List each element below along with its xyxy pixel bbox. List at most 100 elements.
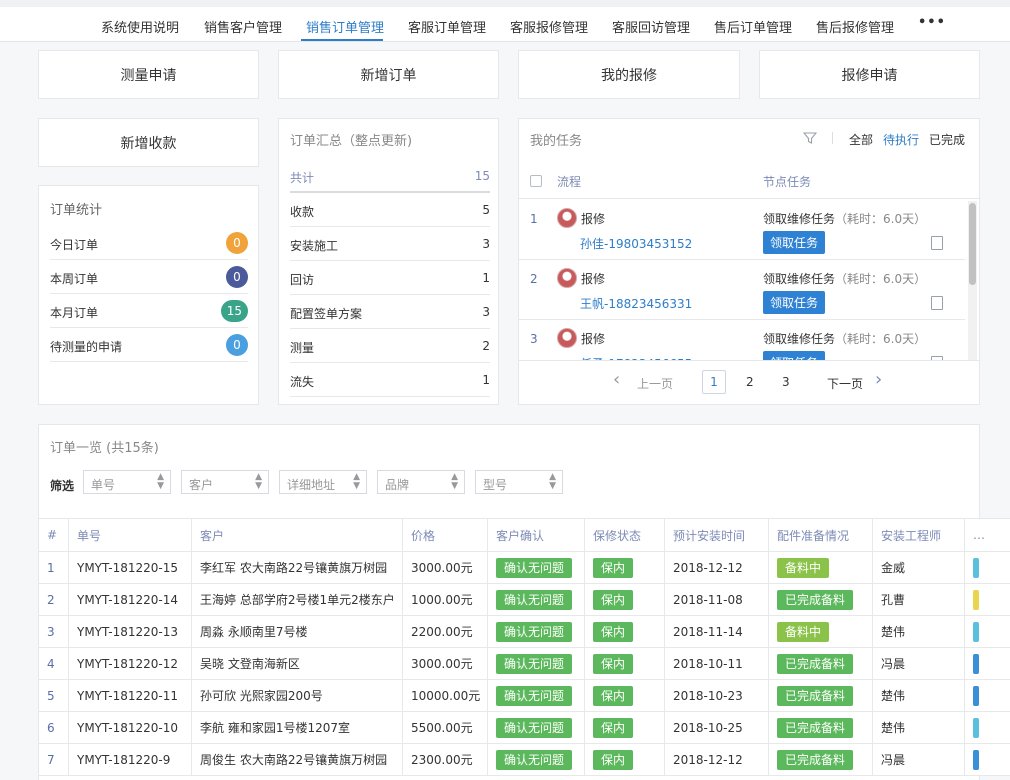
filter-address[interactable]: 详细地址 ▲ ▼ bbox=[279, 470, 367, 494]
more-icon[interactable]: ••• bbox=[918, 15, 946, 30]
table-row[interactable]: 1 YMYT-181220-15 李红军 农大南路22号镶黄旗万树园 3000.00元… bbox=[38, 551, 1010, 584]
engineer: 楚伟 bbox=[872, 679, 965, 712]
spinner-icon[interactable]: ▲ ▼ bbox=[451, 473, 458, 491]
nav-item-aftersale-repairs[interactable]: 售后报修管理 bbox=[816, 17, 894, 36]
filter-brand[interactable]: 品牌 ▲ ▼ bbox=[377, 470, 465, 494]
col-index[interactable]: # bbox=[38, 518, 69, 552]
stat-row-pending-measure[interactable]: 待测量的申请 0 bbox=[50, 328, 248, 362]
prev-page-button[interactable]: 上一页 bbox=[637, 375, 673, 392]
customer: 李红军 农大南路22号镶黄旗万树园 bbox=[191, 551, 403, 584]
measure-apply-button[interactable]: 测量申请 bbox=[38, 50, 259, 99]
status-stub bbox=[973, 557, 979, 578]
table-row[interactable]: 6 YMYT-181220-10 李航 雍和家园1号楼1207室 5500.00元 确认… bbox=[38, 711, 1010, 744]
nav-item-sales-orders[interactable]: 销售订单管理 bbox=[306, 17, 384, 36]
stat-row-week[interactable]: 本周订单 0 bbox=[50, 260, 248, 294]
warranty-cell: 保内 bbox=[584, 679, 665, 712]
task-row[interactable]: 2 报修 王帆-18823456331 领取维修任务（耗时：6.0天） 领取任务 bbox=[519, 260, 965, 320]
summary-label: 安装施工 bbox=[290, 239, 339, 253]
table-row[interactable]: 5 YMYT-181220-11 孙可欣 光熙家园200号 10000.00元 确认无问… bbox=[38, 679, 1010, 712]
nav-item-aftersale-orders[interactable]: 售后订单管理 bbox=[714, 17, 792, 36]
table-row[interactable]: 7 YMYT-181220-9 周俊生 农大南路22号镶黄旗万树园 2300.00元确… bbox=[38, 743, 1010, 776]
order-no[interactable]: YMYT-181220-10 bbox=[68, 711, 192, 744]
col-install-date[interactable]: 预计安装时间 bbox=[664, 518, 769, 552]
summary-row[interactable]: 测量 2 bbox=[290, 329, 490, 363]
table-row[interactable]: 2 YMYT-181220-14 王海婷 总部学府2号楼1单元2楼东户 1000.00… bbox=[38, 583, 1010, 616]
repair-apply-button[interactable]: 报修申请 bbox=[759, 50, 980, 99]
col-warranty[interactable]: 保修状态 bbox=[584, 518, 665, 552]
col-price[interactable]: 价格 bbox=[402, 518, 488, 552]
stat-label: 本周订单 bbox=[50, 272, 99, 286]
task-contact-link[interactable]: 王帆-18823456331 bbox=[580, 295, 692, 312]
order-no[interactable]: YMYT-181220-14 bbox=[68, 583, 192, 616]
stat-badge: 15 bbox=[220, 300, 248, 322]
document-icon[interactable] bbox=[931, 236, 943, 250]
warranty-badge: 保内 bbox=[593, 621, 634, 642]
summary-row[interactable]: 收款 5 bbox=[290, 193, 490, 227]
page-3-button[interactable]: 3 bbox=[782, 375, 790, 389]
filter-order-no[interactable]: 单号 ▲ ▼ bbox=[83, 470, 171, 494]
nav-item-sales-customers[interactable]: 销售客户管理 bbox=[204, 17, 282, 36]
col-customer[interactable]: 客户 bbox=[191, 518, 403, 552]
engineer: 楚伟 bbox=[872, 615, 965, 648]
order-no[interactable]: YMYT-181220-9 bbox=[68, 743, 192, 776]
stat-badge: 0 bbox=[226, 266, 248, 288]
my-repair-button[interactable]: 我的报修 bbox=[518, 50, 740, 99]
col-order-no[interactable]: 单号 bbox=[68, 518, 192, 552]
filter-placeholder: 客户 bbox=[189, 478, 214, 492]
nav-item-service-repairs[interactable]: 客服报修管理 bbox=[510, 17, 588, 36]
task-contact-link[interactable]: 孙佳-19803453152 bbox=[580, 235, 692, 252]
task-node-name: 领取维修任务 bbox=[763, 272, 836, 286]
tasks-filter-all[interactable]: 全部 bbox=[849, 131, 873, 148]
summary-label: 共计 bbox=[290, 171, 315, 185]
nav-item-service-visits[interactable]: 客服回访管理 bbox=[612, 17, 690, 36]
spinner-icon[interactable]: ▲ ▼ bbox=[353, 473, 360, 491]
filter-icon[interactable] bbox=[803, 131, 817, 145]
stat-row-today[interactable]: 今日订单 0 bbox=[50, 226, 248, 260]
order-no[interactable]: YMYT-181220-12 bbox=[68, 647, 192, 680]
table-row[interactable]: 4 YMYT-181220-12 吴晓 文登南海新区 3000.00元 确认无问题 保内 2… bbox=[38, 647, 1010, 680]
scrollbar-thumb[interactable] bbox=[969, 203, 976, 285]
filter-model[interactable]: 型号 ▲ ▼ bbox=[475, 470, 563, 494]
order-no[interactable]: YMYT-181220-15 bbox=[68, 551, 192, 584]
page-2-button[interactable]: 2 bbox=[746, 375, 754, 389]
col-more[interactable]: … bbox=[964, 518, 1010, 552]
new-order-button[interactable]: 新增订单 bbox=[278, 50, 499, 99]
new-payment-button[interactable]: 新增收款 bbox=[38, 118, 259, 167]
next-page-button[interactable]: 下一页 bbox=[827, 375, 863, 392]
order-stats-title: 订单统计 bbox=[50, 203, 103, 218]
tasks-filter-done[interactable]: 已完成 bbox=[929, 131, 965, 148]
task-row[interactable]: 1 报修 孙佳-19803453152 领取维修任务（耗时：6.0天） 领取任务 bbox=[519, 200, 965, 260]
nav-item-service-orders[interactable]: 客服订单管理 bbox=[408, 17, 486, 36]
order-no[interactable]: YMYT-181220-13 bbox=[68, 615, 192, 648]
page-1-button[interactable]: 1 bbox=[702, 370, 726, 394]
select-all-checkbox[interactable] bbox=[530, 175, 542, 187]
filter-customer[interactable]: 客户 ▲ ▼ bbox=[181, 470, 269, 494]
spinner-icon[interactable]: ▲ ▼ bbox=[157, 473, 164, 491]
task-node-name: 领取维修任务 bbox=[763, 212, 836, 226]
spinner-icon[interactable]: ▲ ▼ bbox=[255, 473, 262, 491]
tasks-filter-pending[interactable]: 待执行 bbox=[883, 131, 919, 148]
col-confirm[interactable]: 客户确认 bbox=[487, 518, 585, 552]
order-stats-panel: 订单统计 今日订单 0 本周订单 0 本月订单 15 待测量的申请 0 bbox=[38, 185, 259, 405]
tasks-scrollbar[interactable] bbox=[968, 201, 977, 361]
task-node: 领取维修任务（耗时：6.0天） bbox=[763, 270, 926, 287]
order-no[interactable]: YMYT-181220-11 bbox=[68, 679, 192, 712]
summary-row[interactable]: 安装施工 3 bbox=[290, 227, 490, 261]
nav-item-system-guide[interactable]: 系统使用说明 bbox=[101, 17, 179, 36]
col-engineer[interactable]: 安装工程师 bbox=[872, 518, 965, 552]
document-icon[interactable] bbox=[931, 296, 943, 310]
spinner-icon[interactable]: ▲ ▼ bbox=[549, 473, 556, 491]
status-stub bbox=[973, 621, 979, 642]
task-num: 3 bbox=[530, 332, 538, 346]
summary-row[interactable]: 配置签单方案 3 bbox=[290, 295, 490, 329]
summary-row[interactable]: 流失 1 bbox=[290, 363, 490, 397]
chevron-left-icon[interactable]: ‹ bbox=[613, 369, 620, 390]
chevron-right-icon[interactable]: › bbox=[875, 369, 882, 390]
summary-row[interactable]: 回访 1 bbox=[290, 261, 490, 295]
take-task-button[interactable]: 领取任务 bbox=[763, 231, 826, 254]
parts-cell: 已完成备料 bbox=[768, 743, 873, 776]
col-parts[interactable]: 配件准备情况 bbox=[768, 518, 873, 552]
table-row[interactable]: 3 YMYT-181220-13 周淼 永顺南里7号楼 2200.00元 确认无问题 保内… bbox=[38, 615, 1010, 648]
take-task-button[interactable]: 领取任务 bbox=[763, 291, 826, 314]
stat-row-month[interactable]: 本月订单 15 bbox=[50, 294, 248, 328]
